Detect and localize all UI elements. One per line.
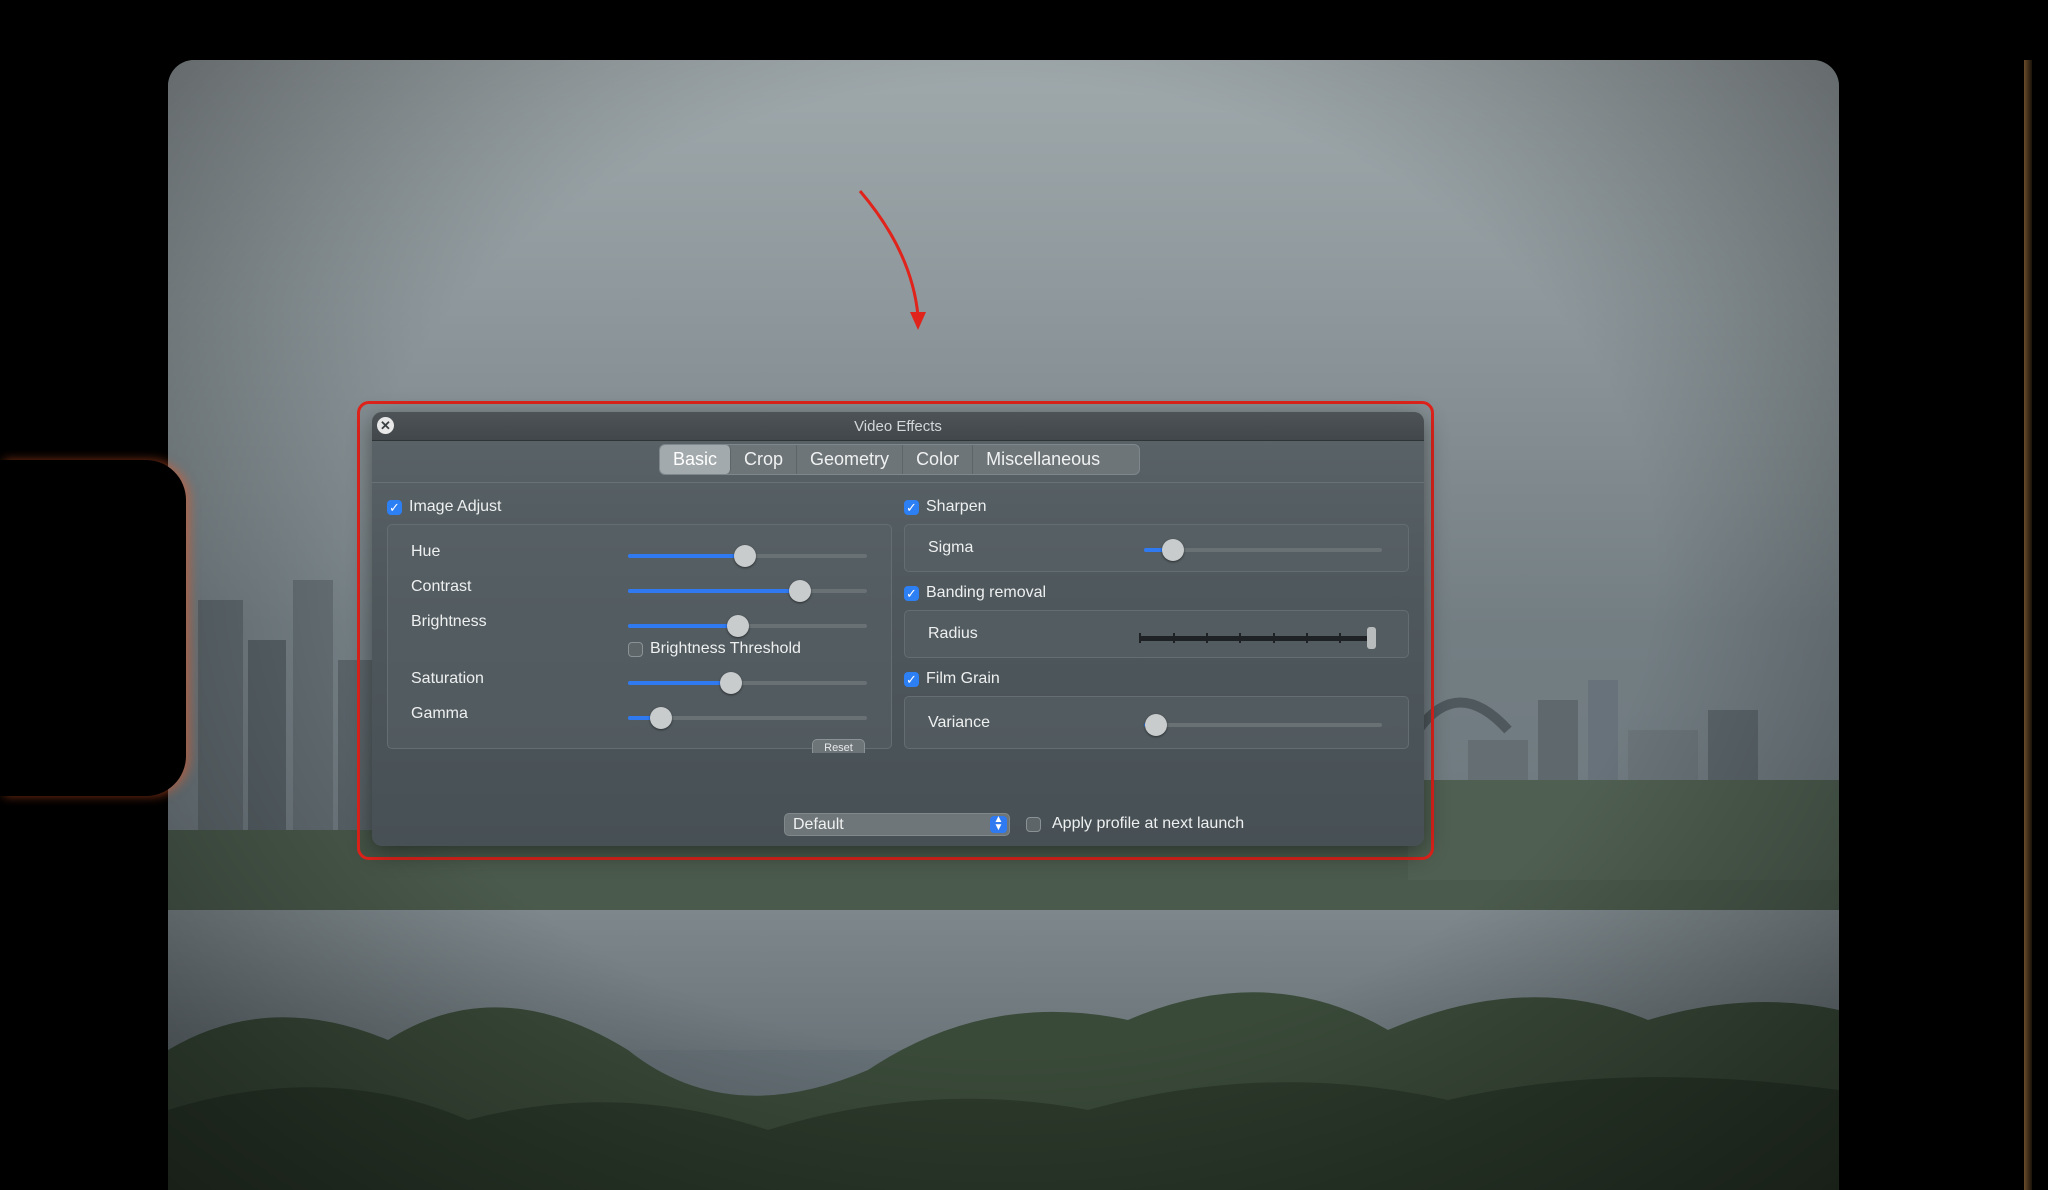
brightness-threshold-checkbox[interactable]	[628, 642, 643, 657]
brightness-slider[interactable]	[628, 615, 867, 637]
brightness-slider-fill	[628, 624, 738, 628]
tab-geometry[interactable]: Geometry	[797, 445, 904, 474]
radius-tick	[1139, 633, 1141, 643]
banding-removal-checkbox[interactable]: ✓	[904, 586, 919, 601]
gamma-slider-knob[interactable]	[650, 707, 673, 729]
sigma-slider[interactable]	[1144, 539, 1382, 561]
tabs-divider	[372, 482, 1424, 483]
film-edge-right	[2024, 60, 2032, 1190]
image-adjust-checkbox[interactable]: ✓	[387, 500, 402, 515]
gamma-slider[interactable]	[628, 707, 867, 729]
profile-select[interactable]: Default ▲ ▼	[784, 813, 1010, 836]
contrast-label: Contrast	[411, 578, 472, 595]
variance-label: Variance	[928, 714, 990, 731]
tab-miscellaneous[interactable]: Miscellaneous	[973, 445, 1113, 474]
image-adjust-group: Hue Contrast Brightness Brightness Thres…	[387, 524, 892, 749]
sharpen-label: Sharpen	[926, 498, 987, 515]
radius-tick	[1306, 633, 1308, 643]
tab-crop[interactable]: Crop	[731, 445, 798, 474]
saturation-slider[interactable]	[628, 672, 867, 694]
chevron-updown-icon: ▲ ▼	[990, 815, 1007, 833]
image-adjust-label: Image Adjust	[409, 498, 502, 515]
radius-slider-knob[interactable]	[1367, 627, 1376, 649]
apply-profile-checkbox[interactable]	[1026, 817, 1041, 832]
brightness-label: Brightness	[411, 613, 487, 630]
radius-tick	[1173, 633, 1175, 643]
hue-slider[interactable]	[628, 545, 867, 567]
film-edge-left	[0, 460, 186, 796]
sharpen-group: Sigma	[904, 524, 1409, 572]
radius-tick	[1239, 633, 1241, 643]
variance-slider[interactable]	[1144, 714, 1382, 736]
sigma-slider-knob[interactable]	[1161, 539, 1184, 561]
film-grain-label: Film Grain	[926, 670, 1000, 687]
dialog-title: Video Effects	[854, 418, 942, 435]
contrast-slider-fill	[628, 589, 801, 593]
saturation-label: Saturation	[411, 670, 484, 687]
saturation-slider-knob[interactable]	[719, 672, 742, 694]
radius-label: Radius	[928, 625, 978, 642]
brightness-slider-knob[interactable]	[726, 615, 749, 637]
reset-button[interactable]: Reset	[812, 739, 865, 753]
tab-basic[interactable]: Basic	[660, 445, 732, 474]
sharpen-checkbox[interactable]: ✓	[904, 500, 919, 515]
contrast-slider-knob[interactable]	[789, 580, 812, 602]
video-effects-dialog: ✕ Video Effects Basic Crop Geometry Colo…	[372, 412, 1424, 846]
radius-tick	[1273, 633, 1275, 643]
tab-bar: Basic Crop Geometry Color Miscellaneous	[659, 444, 1140, 475]
hue-slider-knob[interactable]	[734, 545, 757, 567]
profile-select-value: Default	[793, 816, 844, 833]
apply-profile-label: Apply profile at next launch	[1052, 815, 1245, 832]
film-grain-group: Variance	[904, 696, 1409, 749]
saturation-slider-fill	[628, 681, 731, 685]
banding-removal-label: Banding removal	[926, 584, 1047, 601]
variance-slider-knob[interactable]	[1144, 714, 1167, 736]
radius-tick	[1206, 633, 1208, 643]
contrast-slider[interactable]	[628, 580, 867, 602]
hue-label: Hue	[411, 543, 441, 560]
hue-slider-fill	[628, 554, 746, 558]
film-grain-checkbox[interactable]: ✓	[904, 672, 919, 687]
radius-slider[interactable]	[1139, 627, 1376, 649]
brightness-threshold-label: Brightness Threshold	[650, 640, 801, 657]
tab-color[interactable]: Color	[903, 445, 974, 474]
sigma-label: Sigma	[928, 539, 974, 556]
gamma-label: Gamma	[411, 705, 468, 722]
banding-removal-group: Radius	[904, 610, 1409, 658]
title-bar: ✕ Video Effects	[372, 412, 1424, 441]
radius-tick	[1339, 633, 1341, 643]
